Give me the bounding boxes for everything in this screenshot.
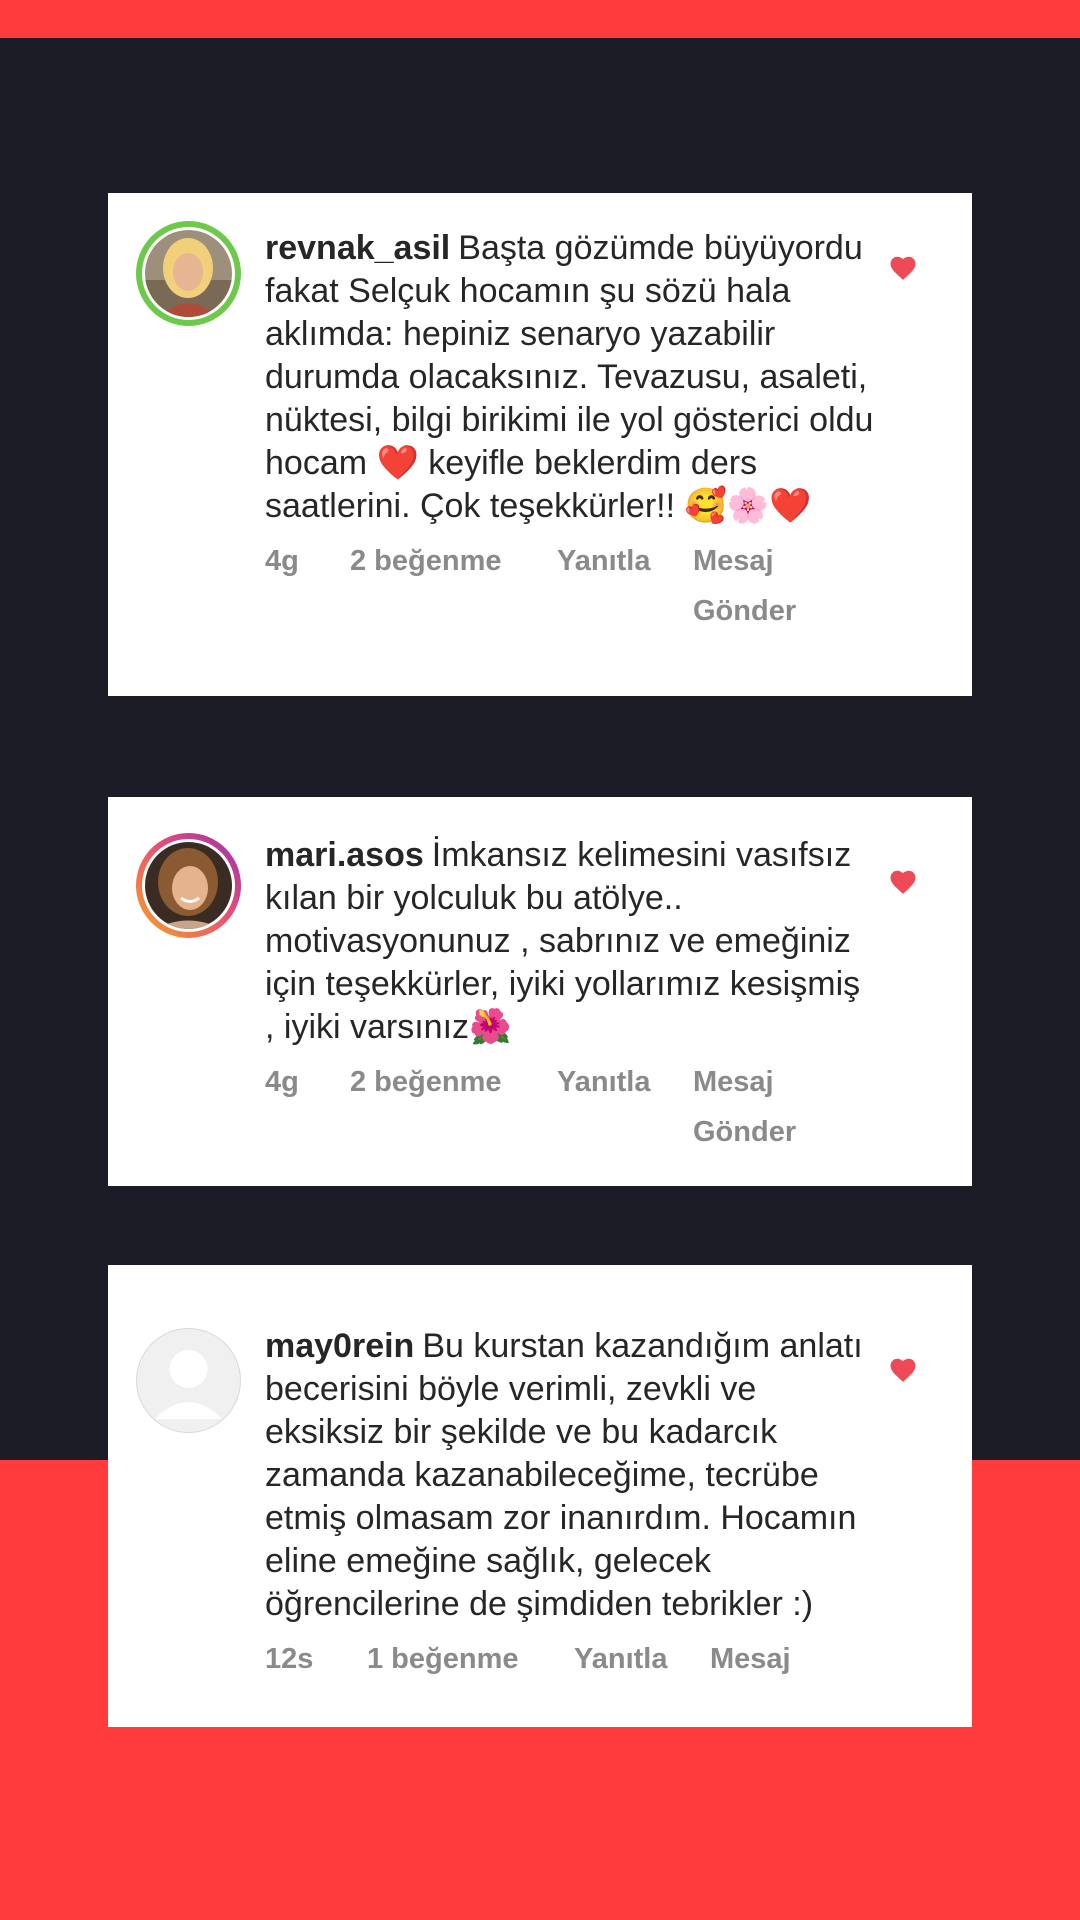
default-user-icon	[155, 1350, 222, 1419]
user-photo-icon	[145, 230, 232, 317]
likes-count[interactable]: 1 beğenme	[367, 1634, 519, 1684]
comment-text: Bu kurstan kazandığım anlatı becerisini …	[265, 1327, 863, 1623]
avatar-photo	[145, 842, 232, 929]
username[interactable]: mari.asos	[265, 836, 424, 874]
heart-icon[interactable]	[888, 253, 918, 283]
comment-body: may0rein Bu kurstan kazandığım anlatı bec…	[265, 1325, 875, 1727]
avatar-frame	[142, 839, 235, 932]
reply-button[interactable]: Yanıtla	[557, 536, 651, 586]
reply-button[interactable]: Yanıtla	[557, 1057, 651, 1107]
comment-age: 12s	[265, 1643, 314, 1675]
username[interactable]: may0rein	[265, 1327, 414, 1365]
comment-card: mari.asos İmkansız kelimesini vasıfsız kı…	[108, 797, 972, 1186]
comment-body: revnak_asil Başta gözümde büyüyordu fakat…	[265, 227, 875, 632]
username[interactable]: revnak_asil	[265, 229, 450, 267]
comment-body: mari.asos İmkansız kelimesini vasıfsız kı…	[265, 834, 875, 1153]
comment-text-block: revnak_asil Başta gözümde büyüyordu fakat…	[265, 227, 875, 528]
top-red-band	[0, 0, 1080, 38]
likes-count[interactable]: 2 beğenme	[350, 1057, 502, 1107]
comment-age: 4g	[265, 1066, 299, 1098]
comment-text-block: mari.asos İmkansız kelimesini vasıfsız kı…	[265, 834, 875, 1049]
avatar-frame	[137, 1329, 240, 1432]
send-message-button[interactable]: Mesaj Gönder	[693, 1057, 823, 1157]
reply-button[interactable]: Yanıtla	[574, 1634, 668, 1684]
send-message-button[interactable]: Mesaj	[710, 1634, 840, 1684]
comment-age: 4g	[265, 545, 299, 577]
user-photo-icon	[145, 842, 232, 929]
comment-card: revnak_asil Başta gözümde büyüyordu fakat…	[108, 193, 972, 696]
comment-meta: 12s 1 beğenme Yanıtla Mesaj	[265, 1634, 875, 1727]
heart-icon[interactable]	[888, 867, 918, 897]
comment-text-block: may0rein Bu kurstan kazandığım anlatı bec…	[265, 1325, 875, 1626]
comment-card: may0rein Bu kurstan kazandığım anlatı bec…	[108, 1265, 972, 1727]
send-message-button[interactable]: Mesaj Gönder	[693, 536, 823, 636]
avatar-photo	[145, 230, 232, 317]
avatar[interactable]	[136, 833, 241, 938]
comment-text: Başta gözümde büyüyordu fakat Selçuk hoc…	[265, 229, 874, 525]
comment-meta: 4g 2 beğenme Yanıtla Mesaj Gönder	[265, 1057, 875, 1153]
heart-icon[interactable]	[888, 1355, 918, 1385]
avatar[interactable]	[136, 1328, 241, 1433]
comment-meta: 4g 2 beğenme Yanıtla Mesaj Gönder	[265, 536, 875, 632]
avatar-frame	[142, 227, 235, 320]
likes-count[interactable]: 2 beğenme	[350, 536, 502, 586]
avatar[interactable]	[136, 221, 241, 326]
